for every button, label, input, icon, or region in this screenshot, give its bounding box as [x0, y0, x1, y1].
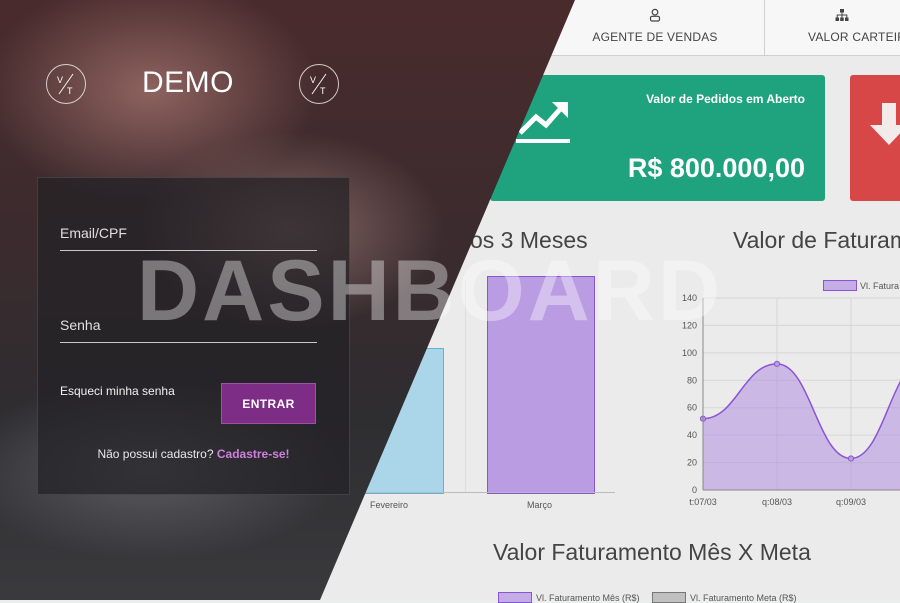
logo-letter: T	[320, 86, 326, 96]
bar-tick-label: Fevereiro	[370, 500, 409, 510]
nav-label: VALOR CARTEIRA C	[808, 30, 900, 44]
line-x-tick: t:07/03	[689, 497, 717, 507]
dashboard-watermark: DASHBOARD	[137, 243, 723, 339]
line-point	[773, 360, 781, 367]
brand-name: DEMO	[142, 66, 234, 99]
logo-letter: V	[57, 75, 63, 85]
logo-right: V T	[299, 64, 339, 104]
signup-link[interactable]: Cadastre-se!	[217, 447, 290, 461]
user-icon	[649, 8, 661, 22]
sitemap-icon	[835, 9, 849, 21]
logo-letter: V	[310, 75, 316, 85]
bar-axis	[360, 492, 615, 493]
login-button[interactable]: ENTRAR	[221, 383, 316, 424]
card-secondary	[850, 75, 900, 201]
line-y-tick: 0	[692, 485, 697, 495]
line-area	[703, 363, 900, 490]
line-x-tick: q:09/03	[836, 497, 866, 507]
legend-label-meta: Vl. Faturamento Meta (R$)	[690, 593, 797, 603]
forgot-password-link[interactable]: Esqueci minha senha	[60, 384, 175, 398]
logo-mark-icon: V T	[57, 73, 74, 96]
logo-mark-icon: V T	[310, 73, 327, 96]
line-y-tick: 40	[687, 430, 697, 440]
line-point	[847, 455, 855, 462]
legend-swatch-mes	[498, 592, 532, 603]
arrow-down-icon	[870, 103, 900, 145]
bar-tick-label: Março	[527, 500, 553, 510]
logo-letter: T	[67, 86, 73, 96]
nav-agente-de-vendas[interactable]: AGENTE DE VENDAS	[540, 0, 770, 55]
legend-label-mes: Vl. Faturamento Mês (R$)	[536, 593, 640, 603]
signup-text: Não possui cadastro?	[97, 447, 214, 461]
logo-left: V T	[46, 64, 86, 104]
line-x-tick: q:08/03	[762, 497, 792, 507]
signup-row: Não possui cadastro? Cadastre-se!	[38, 447, 349, 461]
nav-valor-carteira[interactable]: VALOR CARTEIRA C	[765, 0, 900, 55]
line-y-tick: 100	[682, 348, 697, 358]
legend-swatch-meta	[652, 592, 686, 603]
card-value: R$ 800.000,00	[627, 153, 805, 183]
line-chart-title: Valor de Faturam	[733, 227, 900, 253]
bottom-chart-title: Valor Faturamento Mês X Meta	[493, 539, 811, 565]
nav-label: AGENTE DE VENDAS	[592, 30, 718, 44]
line-y-tick: 20	[687, 458, 697, 468]
line-y-tick: 80	[687, 375, 697, 385]
card-title: Valor de Pedidos em Aberto	[646, 92, 805, 106]
card-open-orders: Valor de Pedidos em Aberto R$ 800.000,00	[490, 75, 825, 201]
line-y-tick: 60	[687, 403, 697, 413]
